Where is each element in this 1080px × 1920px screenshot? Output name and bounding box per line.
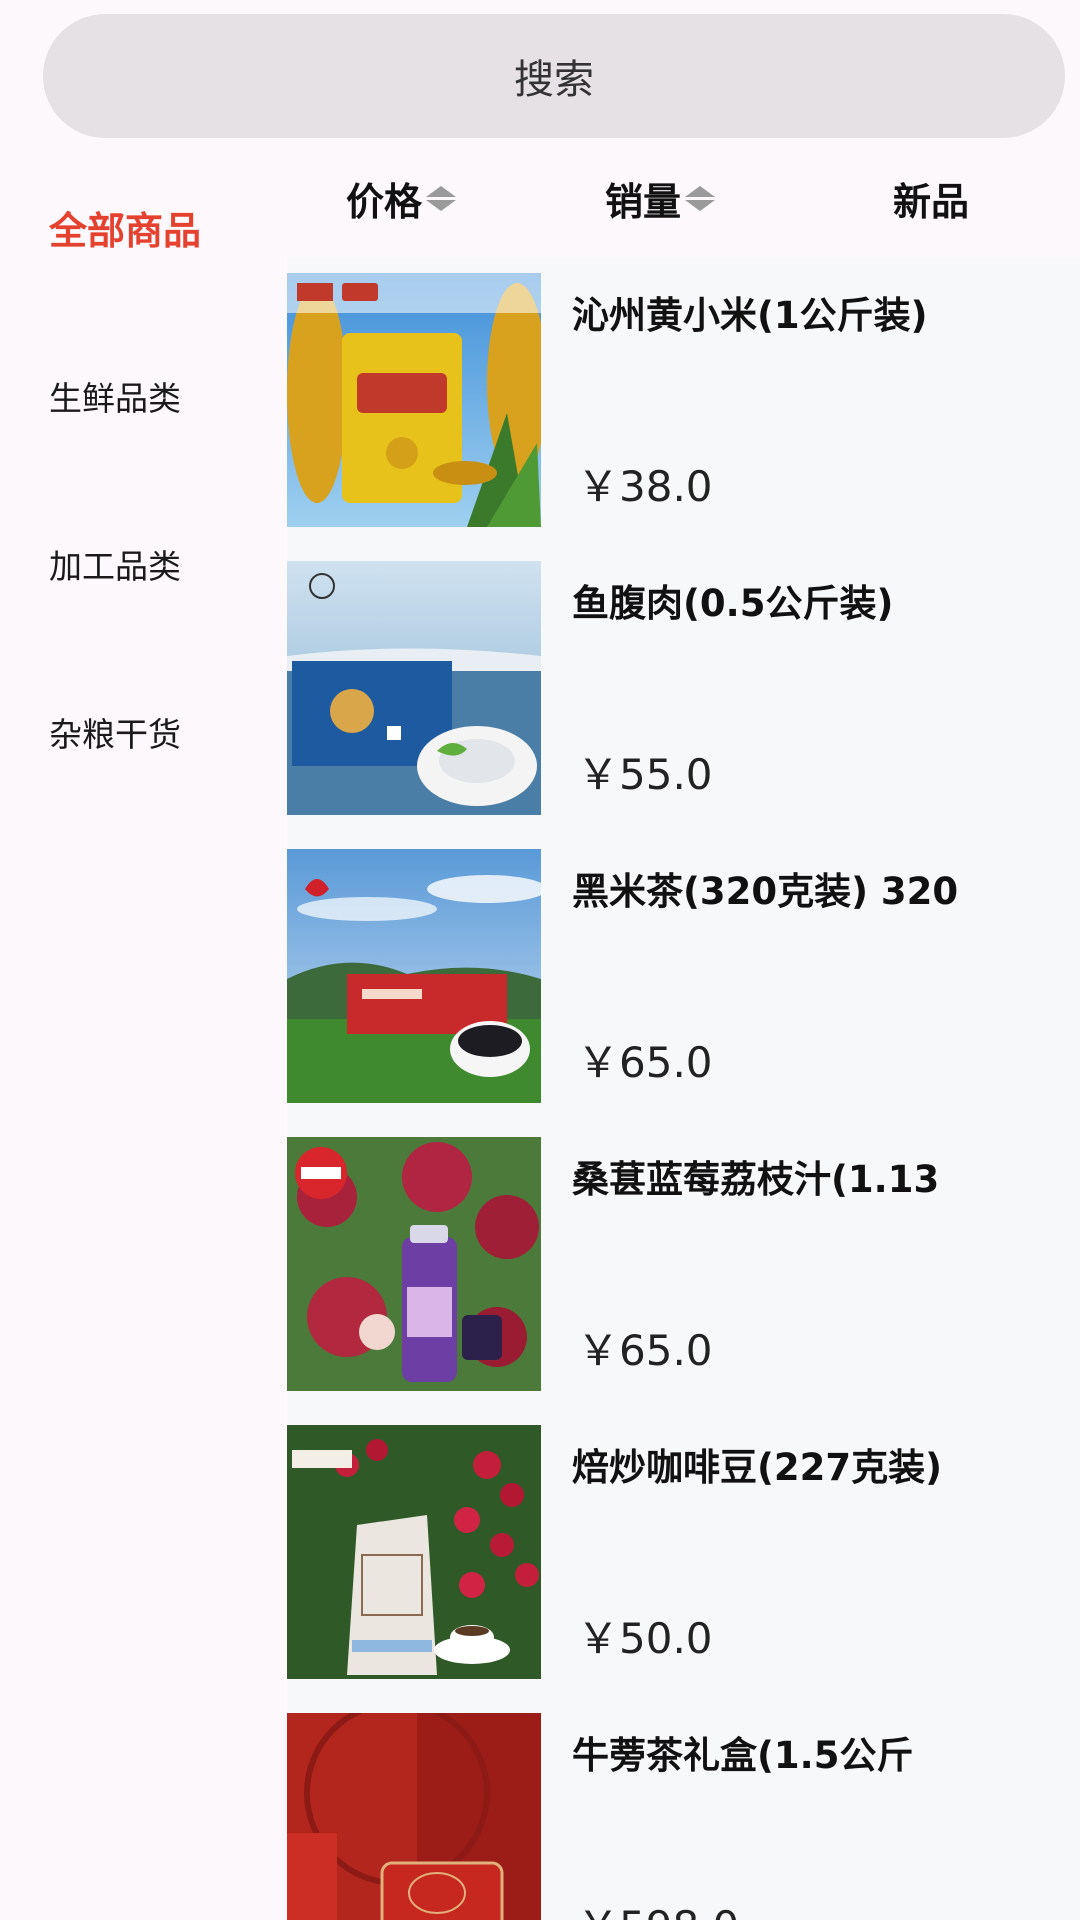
juice-product-image <box>287 1137 541 1391</box>
fish-belly-product-image <box>287 561 541 815</box>
product-price: ￥50.0 <box>577 1614 713 1663</box>
category-sidebar: 全部商品 生鲜品类 加工品类 杂粮干货 <box>0 145 287 1920</box>
product-item[interactable]: 焙炒咖啡豆(227克装) ￥50.0 <box>287 1425 1080 1679</box>
search-bar[interactable]: 搜索 <box>43 14 1065 138</box>
sidebar-item-grains-dry-goods[interactable]: 杂粮干货 <box>49 708 181 756</box>
sort-arrows-icon <box>685 186 716 211</box>
millet-product-image <box>287 273 541 527</box>
sidebar-item-fresh[interactable]: 生鲜品类 <box>49 372 181 420</box>
product-price: ￥65.0 <box>577 1326 713 1375</box>
product-price: ￥55.0 <box>577 750 713 799</box>
product-item[interactable]: 沁州黄小米(1公斤装) ￥38.0 <box>287 273 1080 527</box>
product-price: ￥65.0 <box>577 1038 713 1087</box>
product-name: 沁州黄小米(1公斤装) <box>572 294 928 337</box>
sort-new-button[interactable]: 新品 <box>893 171 969 226</box>
sort-bar: 价格 销量 新品 <box>287 145 1080 257</box>
sidebar-item-all-products[interactable]: 全部商品 <box>49 200 201 255</box>
burdock-tea-product-image <box>287 1713 541 1920</box>
coffee-bean-product-image <box>287 1425 541 1679</box>
product-name: 桑葚蓝莓荔枝汁(1.13 <box>572 1158 940 1201</box>
product-price: ￥38.0 <box>577 462 713 511</box>
sort-sales-label: 销量 <box>605 180 682 224</box>
sidebar-item-processed[interactable]: 加工品类 <box>49 540 181 588</box>
product-price: ￥598.0 <box>577 1893 739 1920</box>
product-name: 鱼腹肉(0.5公斤装) <box>572 582 894 625</box>
product-item[interactable]: 桑葚蓝莓荔枝汁(1.13 ￥65.0 <box>287 1137 1080 1391</box>
product-item[interactable]: 牛蒡茶礼盒(1.5公斤 ￥598.0 <box>287 1713 1080 1920</box>
product-item[interactable]: 黑米茶(320克装) 320 ￥65.0 <box>287 849 1080 1103</box>
sort-new-label: 新品 <box>893 180 970 224</box>
search-label: 搜索 <box>514 57 594 103</box>
product-item[interactable]: 鱼腹肉(0.5公斤装) ￥55.0 <box>287 561 1080 815</box>
black-rice-tea-product-image <box>287 849 541 1103</box>
sort-sales-button[interactable]: 销量 <box>605 171 716 226</box>
sort-arrows-icon <box>426 186 457 211</box>
product-name: 牛蒡茶礼盒(1.5公斤 <box>572 1734 914 1777</box>
sort-price-label: 价格 <box>346 180 423 224</box>
sort-price-button[interactable]: 价格 <box>346 171 457 226</box>
product-list[interactable]: 沁州黄小米(1公斤装) ￥38.0 鱼腹肉(0.5公斤装) ￥55.0 黑米茶(… <box>287 257 1080 1920</box>
product-name: 焙炒咖啡豆(227克装) <box>572 1446 943 1489</box>
product-name: 黑米茶(320克装) 320 <box>572 870 959 913</box>
